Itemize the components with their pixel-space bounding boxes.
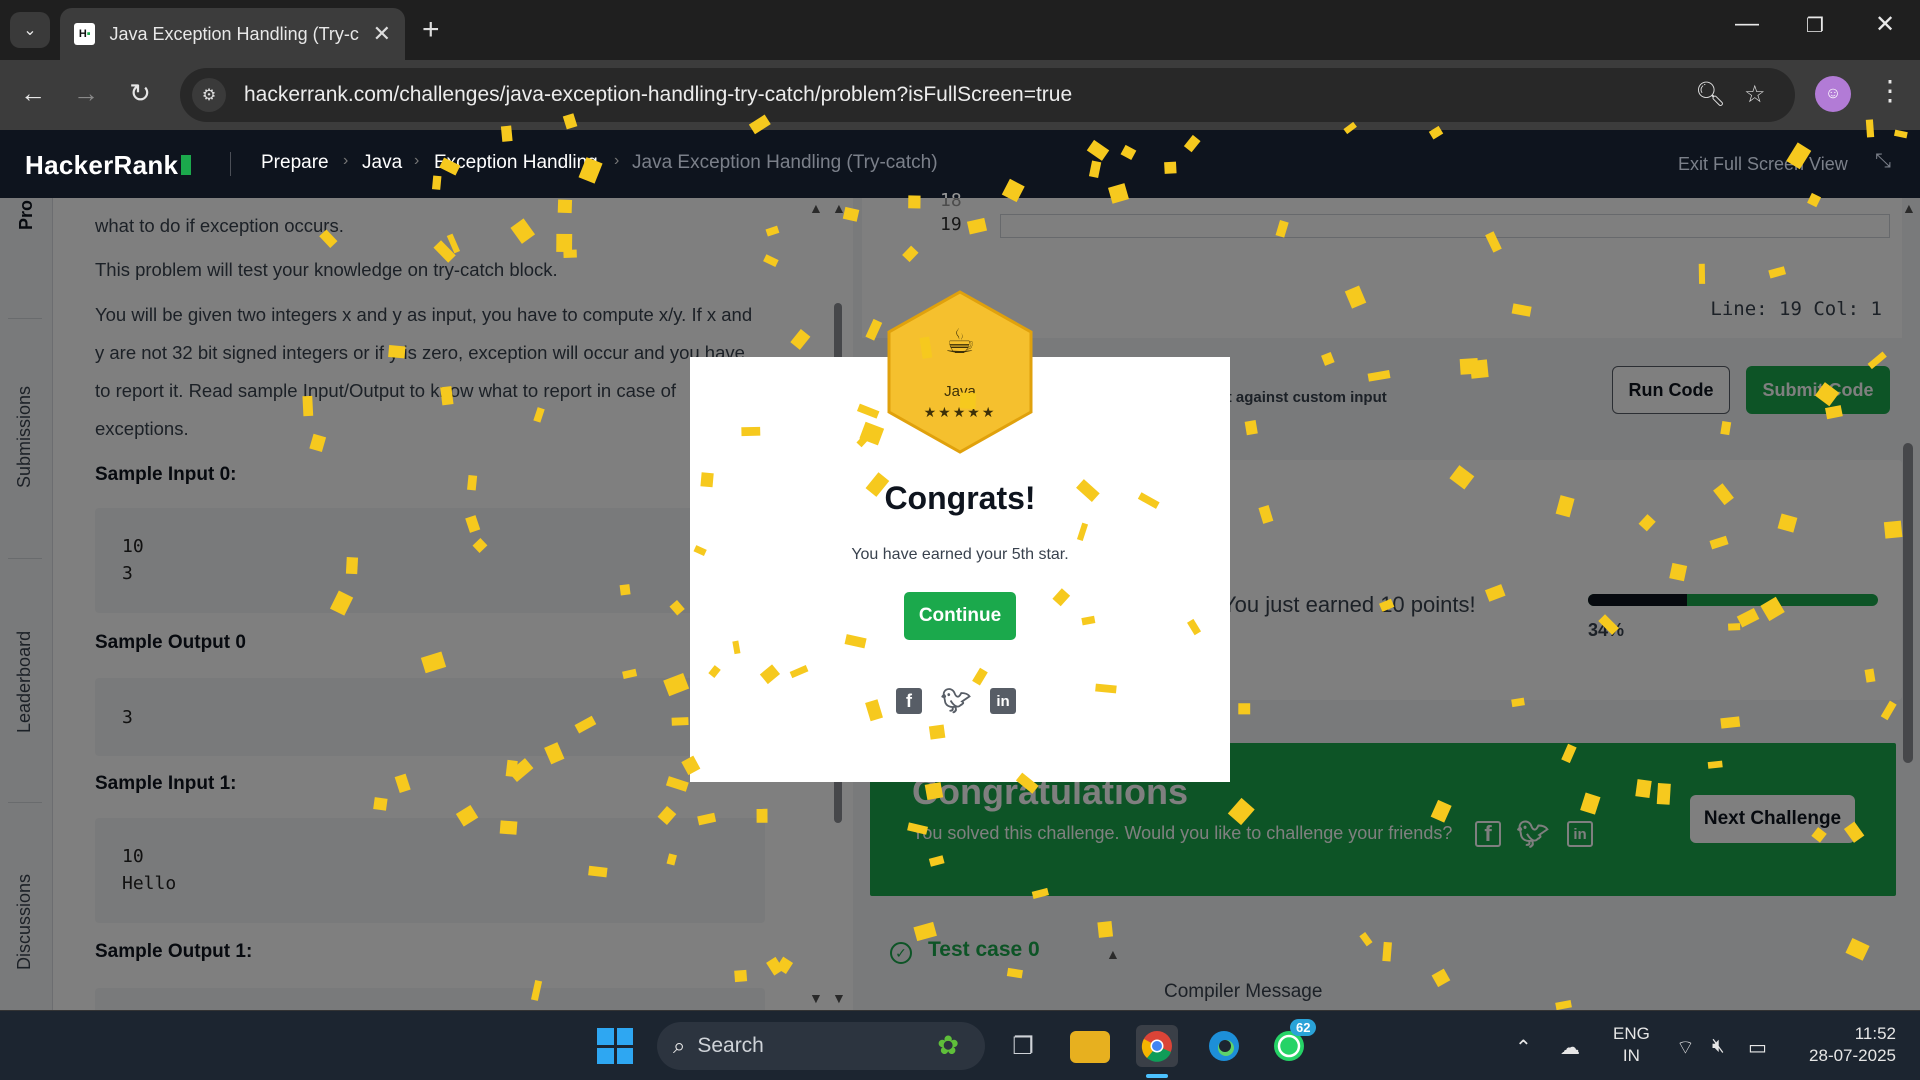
clock-time: 11:52 — [1854, 1024, 1896, 1043]
exit-fullscreen-icon[interactable]: ⤡ — [1875, 150, 1891, 173]
window-close-icon[interactable]: ✕ — [1865, 10, 1905, 39]
breadcrumb-chevron-icon: › — [343, 152, 349, 169]
browser-toolbar: ← → ↻ ⚙ hackerrank.com/challenges/java-e… — [0, 60, 1920, 130]
forward-arrow-icon[interactable]: → — [68, 78, 104, 109]
file-explorer-icon[interactable] — [1070, 1031, 1110, 1063]
zoom-icon[interactable]: 🔍︎ — [1695, 80, 1725, 109]
whatsapp-badge: 62 — [1290, 1019, 1317, 1036]
back-arrow-icon[interactable]: ← — [15, 78, 51, 109]
restore-icon[interactable]: ❐ — [1795, 13, 1835, 38]
java-cup-icon: ☕︎ — [944, 323, 976, 361]
breadcrumb-prepare[interactable]: Prepare — [261, 152, 329, 174]
profile-avatar[interactable]: ☺ — [1815, 76, 1851, 112]
breadcrumb-java[interactable]: Java — [362, 152, 402, 174]
minimize-icon[interactable]: — — [1727, 10, 1767, 38]
chrome-icon[interactable] — [1136, 1025, 1178, 1067]
clock-date: 28-07-2025 — [1809, 1046, 1896, 1065]
browser-tabbar: ⌄ H ▪ Java Exception Handling (Try-ca ✕ +… — [0, 0, 1920, 60]
exit-fullscreen-link[interactable]: Exit Full Screen View — [1678, 154, 1848, 175]
hackerrank-logo[interactable]: HackerRank — [25, 150, 192, 181]
continue-button[interactable]: Continue — [904, 592, 1016, 640]
task-view-icon[interactable]: ❐ — [1002, 1025, 1044, 1067]
badge-name: Java — [944, 383, 976, 400]
windows-start-icon[interactable] — [597, 1028, 633, 1064]
search-icon: ⌕ — [673, 1033, 686, 1058]
browser-menu-icon[interactable]: ⋮ — [1876, 74, 1904, 107]
edge-icon[interactable] — [1203, 1025, 1245, 1067]
language-indicator[interactable]: ENG IN — [1613, 1023, 1650, 1067]
reload-icon[interactable]: ↻ — [122, 78, 158, 109]
modal-facebook-icon[interactable]: f — [896, 688, 922, 714]
system-clock[interactable]: 11:52 28-07-2025 — [1796, 1023, 1896, 1067]
onedrive-error-icon[interactable]: ☁ — [1560, 1035, 1580, 1060]
taskbar-search[interactable]: ⌕ Search ✿ — [657, 1022, 985, 1070]
browser-tab-active[interactable]: H ▪ Java Exception Handling (Try-ca ✕ — [60, 8, 405, 60]
java-badge-icon — [887, 290, 1033, 454]
lang-code: ENG — [1613, 1024, 1650, 1043]
wifi-icon[interactable]: ⌔ — [1676, 1035, 1695, 1060]
search-highlight-plant-icon: ✿ — [937, 1030, 959, 1060]
modal-linkedin-icon[interactable]: in — [990, 688, 1016, 714]
breadcrumb-chevron-icon: › — [414, 152, 420, 169]
tray-chevron-up-icon[interactable]: ⌃ — [1515, 1035, 1532, 1060]
windows-taskbar: ⌕ Search ✿ ❐ 62 ⌃ ☁ ENG IN ⌔ 🔇︎ ▭ 11:52 … — [0, 1010, 1920, 1080]
site-info-icon[interactable]: ⚙ — [192, 78, 226, 112]
badge-stars: ★★★★★ — [923, 404, 997, 420]
battery-icon[interactable]: ▭ — [1748, 1035, 1767, 1060]
lang-region: IN — [1622, 1046, 1640, 1065]
search-label: Search — [697, 1034, 764, 1057]
bookmark-star-icon[interactable]: ☆ — [1744, 80, 1766, 109]
url-text[interactable]: hackerrank.com/challenges/java-exception… — [244, 83, 1072, 107]
tab-search-chevron-icon[interactable]: ⌄ — [10, 12, 50, 48]
volume-muted-icon[interactable]: 🔇︎ — [1712, 1035, 1725, 1058]
breadcrumb-current: Java Exception Handling (Try-catch) — [632, 152, 938, 173]
active-app-indicator — [1146, 1074, 1168, 1078]
modal-title: Congrats! — [884, 480, 1036, 516]
hackerrank-header: HackerRank Prepare › Java › Exception Ha… — [0, 130, 1920, 198]
modal-subtitle: You have earned your 5th star. — [851, 546, 1069, 563]
breadcrumb-exception-handling[interactable]: Exception Handling — [434, 152, 598, 174]
new-tab-icon[interactable]: + — [422, 12, 440, 48]
hackerrank-favicon-icon: H ▪ — [74, 23, 96, 45]
tab-title: Java Exception Handling (Try-ca — [109, 23, 359, 44]
modal-twitter-icon[interactable]: 🐦︎ — [941, 688, 971, 715]
tab-close-icon[interactable]: ✕ — [373, 21, 391, 47]
breadcrumb-chevron-icon: › — [614, 152, 620, 169]
header-divider — [230, 152, 231, 176]
address-bar[interactable]: ⚙ hackerrank.com/challenges/java-excepti… — [180, 68, 1795, 122]
